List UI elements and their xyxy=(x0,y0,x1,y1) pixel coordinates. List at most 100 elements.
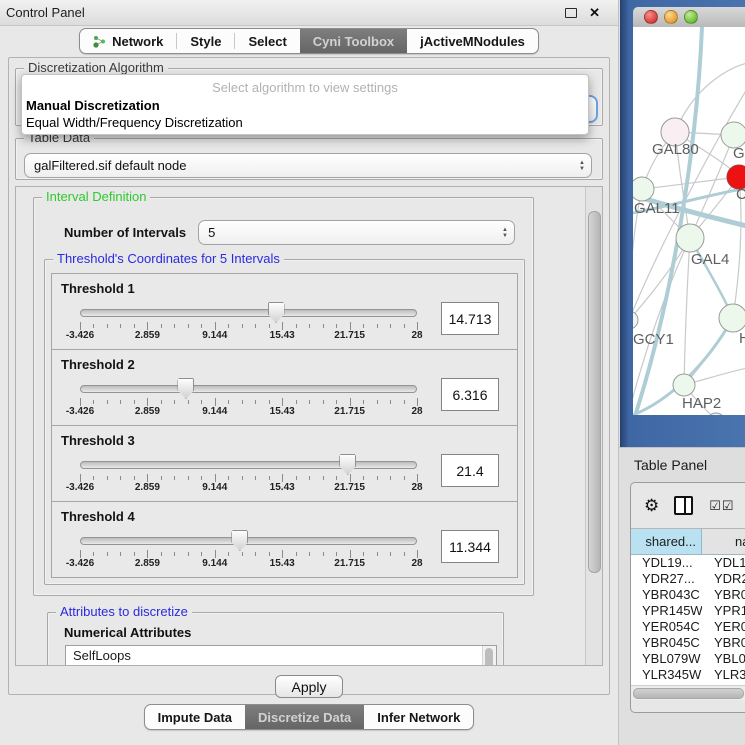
network-edge xyxy=(642,177,739,189)
horizontal-scrollbar[interactable] xyxy=(631,685,745,700)
table-row[interactable]: YBR045CYBR0 xyxy=(631,635,745,651)
cell-name: YBR0 xyxy=(702,635,745,651)
dropdown-option[interactable]: Manual Discretization xyxy=(22,97,588,114)
node-label: GCY1 xyxy=(633,331,674,348)
network-canvas[interactable]: GAL80GCGAL11GAL4GCY1HHAP2 xyxy=(633,27,745,415)
table-row[interactable]: YBL079WYBL0 xyxy=(631,651,745,667)
tab-cyni-toolbox[interactable]: Cyni Toolbox xyxy=(300,29,407,53)
interval-definition-group: Interval Definition Number of Intervals … xyxy=(33,197,534,596)
table-data-group: Table Data galFiltered.sif default node … xyxy=(15,138,603,180)
tab-impute-data[interactable]: Impute Data xyxy=(145,705,245,729)
tab-network[interactable]: Network xyxy=(80,29,176,53)
table-row[interactable]: YDR27...YDR2 xyxy=(631,571,745,587)
threshold-slider[interactable]: -3.4262.8599.14415.4321.71528 xyxy=(80,300,417,340)
numerical-attributes-label: Numerical Attributes xyxy=(64,625,503,640)
node-label: GAL80 xyxy=(652,141,699,158)
slider-thumb[interactable] xyxy=(177,378,194,399)
combo-stepper-icon: ▲▼ xyxy=(496,221,514,244)
tab-group: Network Style Select Cyni Toolbox jActiv… xyxy=(79,28,539,54)
tab-jactivemnodules[interactable]: jActiveMNodules xyxy=(407,29,538,53)
panel-title: Control Panel xyxy=(6,5,85,20)
slider-thumb[interactable] xyxy=(339,454,356,475)
algorithm-dropdown-popup: Select algorithm to view settings Manual… xyxy=(21,74,589,135)
numerical-attributes-list: SelfLoopsTopologicalCoefficientBetweenne… xyxy=(65,645,497,666)
discretization-algorithm-title: Discretization Algorithm xyxy=(24,61,168,75)
tab-discretize-data[interactable]: Discretize Data xyxy=(245,705,364,729)
close-icon[interactable]: ✕ xyxy=(589,5,600,21)
threshold-value-field[interactable]: 14.713 xyxy=(441,302,499,335)
threshold-label: Threshold 1 xyxy=(61,281,517,296)
dropdown-option[interactable]: Equal Width/Frequency Discretization xyxy=(22,114,588,131)
top-tabbar: Network Style Select Cyni Toolbox jActiv… xyxy=(0,26,618,56)
table-data-selected: galFiltered.sif default node xyxy=(34,158,573,173)
cell-name: YBR0 xyxy=(702,587,745,603)
threshold-label: Threshold 3 xyxy=(61,433,517,448)
column-header-name[interactable]: na xyxy=(702,529,745,554)
network-icon xyxy=(93,35,106,48)
cell-shared-name: YPR145W xyxy=(631,603,702,619)
number-of-intervals-label: Number of Intervals xyxy=(64,225,186,240)
cell-name: YDR2 xyxy=(702,571,745,587)
minimize-traffic-light[interactable] xyxy=(664,10,678,24)
table-data-combobox[interactable]: galFiltered.sif default node ▲▼ xyxy=(24,153,592,178)
table-panel-window: ⚙ ☑ ☑ shared... na YDL19...YDL1YDR27...Y… xyxy=(630,482,745,713)
cell-shared-name: YBL079W xyxy=(631,651,702,667)
gear-icon[interactable]: ⚙ xyxy=(644,496,659,516)
node-label: G xyxy=(733,145,745,162)
apply-button[interactable]: Apply xyxy=(275,675,343,698)
dropdown-hint: Select algorithm to view settings xyxy=(22,77,588,97)
network-node-h[interactable] xyxy=(719,304,745,332)
threshold-slider[interactable]: -3.4262.8599.14415.4321.71528 xyxy=(80,452,417,492)
split-columns-icon[interactable] xyxy=(674,496,693,515)
table-row[interactable]: YPR145WYPR1 xyxy=(631,603,745,619)
cell-shared-name: YLR345W xyxy=(631,667,702,683)
table-row[interactable]: YDL19...YDL1 xyxy=(631,555,745,571)
cell-name: YLR3 xyxy=(702,667,745,683)
table-row[interactable]: YER054CYER0 xyxy=(631,619,745,635)
checkbox-icon[interactable]: ☑ xyxy=(722,498,734,514)
cell-shared-name: YDR27... xyxy=(631,571,702,587)
threshold-slider[interactable]: -3.4262.8599.14415.4321.71528 xyxy=(80,528,417,568)
float-window-icon[interactable] xyxy=(565,8,577,18)
threshold-value-field[interactable]: 21.4 xyxy=(441,454,499,487)
network-node-hap2[interactable] xyxy=(673,374,695,396)
node-label: C xyxy=(736,186,745,203)
bottom-tabbar: Impute Data Discretize Data Infer Networ… xyxy=(0,704,618,730)
control-panel-titlebar: Control Panel ✕ xyxy=(0,0,618,26)
cell-shared-name: YER054C xyxy=(631,619,702,635)
vertical-scrollbar-thumb[interactable] xyxy=(588,211,601,573)
column-header-shared-name[interactable]: shared... xyxy=(631,529,702,554)
slider-thumb[interactable] xyxy=(231,530,248,551)
threshold-label: Threshold 2 xyxy=(61,357,517,372)
threshold-value-field[interactable]: 6.316 xyxy=(441,378,499,411)
table-row[interactable]: YBR043CYBR0 xyxy=(631,587,745,603)
number-of-intervals-value: 5 xyxy=(208,225,496,240)
attribute-list-item[interactable]: SelfLoops xyxy=(66,646,496,665)
network-node-gal4[interactable] xyxy=(676,224,704,252)
slider-thumb[interactable] xyxy=(268,302,285,323)
combo-stepper-icon: ▲▼ xyxy=(573,154,591,177)
network-window-titlebar[interactable] xyxy=(633,7,745,28)
threshold-value-field[interactable]: 11.344 xyxy=(441,530,499,563)
network-node-gal11[interactable] xyxy=(633,177,654,201)
table-body: YDL19...YDL1YDR27...YDR2YBR043CYBR0YPR14… xyxy=(631,555,745,685)
threshold-slider[interactable]: -3.4262.8599.14415.4321.71528 xyxy=(80,376,417,416)
number-of-intervals-combobox[interactable]: 5 ▲▼ xyxy=(198,220,515,245)
list-scrollbar[interactable] xyxy=(482,646,496,666)
cell-name: YBL0 xyxy=(702,651,745,667)
tab-infer-network[interactable]: Infer Network xyxy=(364,705,473,729)
node-label: GAL4 xyxy=(691,251,729,268)
checkbox-icon[interactable]: ☑ xyxy=(709,498,721,514)
table-row[interactable]: YLR345WYLR3 xyxy=(631,667,745,683)
cell-shared-name: YDL19... xyxy=(631,555,702,571)
horizontal-scrollbar-thumb[interactable] xyxy=(633,688,744,699)
node-label: H xyxy=(739,330,745,347)
attribute-list-item[interactable]: TopologicalCoefficient xyxy=(66,665,496,666)
tab-select[interactable]: Select xyxy=(235,29,299,53)
close-traffic-light[interactable] xyxy=(644,10,658,24)
vertical-scrollbar[interactable] xyxy=(585,187,602,665)
tab-style[interactable]: Style xyxy=(177,29,234,53)
zoom-traffic-light[interactable] xyxy=(684,10,698,24)
network-node-gcy1[interactable] xyxy=(633,311,638,329)
tab-network-label: Network xyxy=(112,34,163,49)
